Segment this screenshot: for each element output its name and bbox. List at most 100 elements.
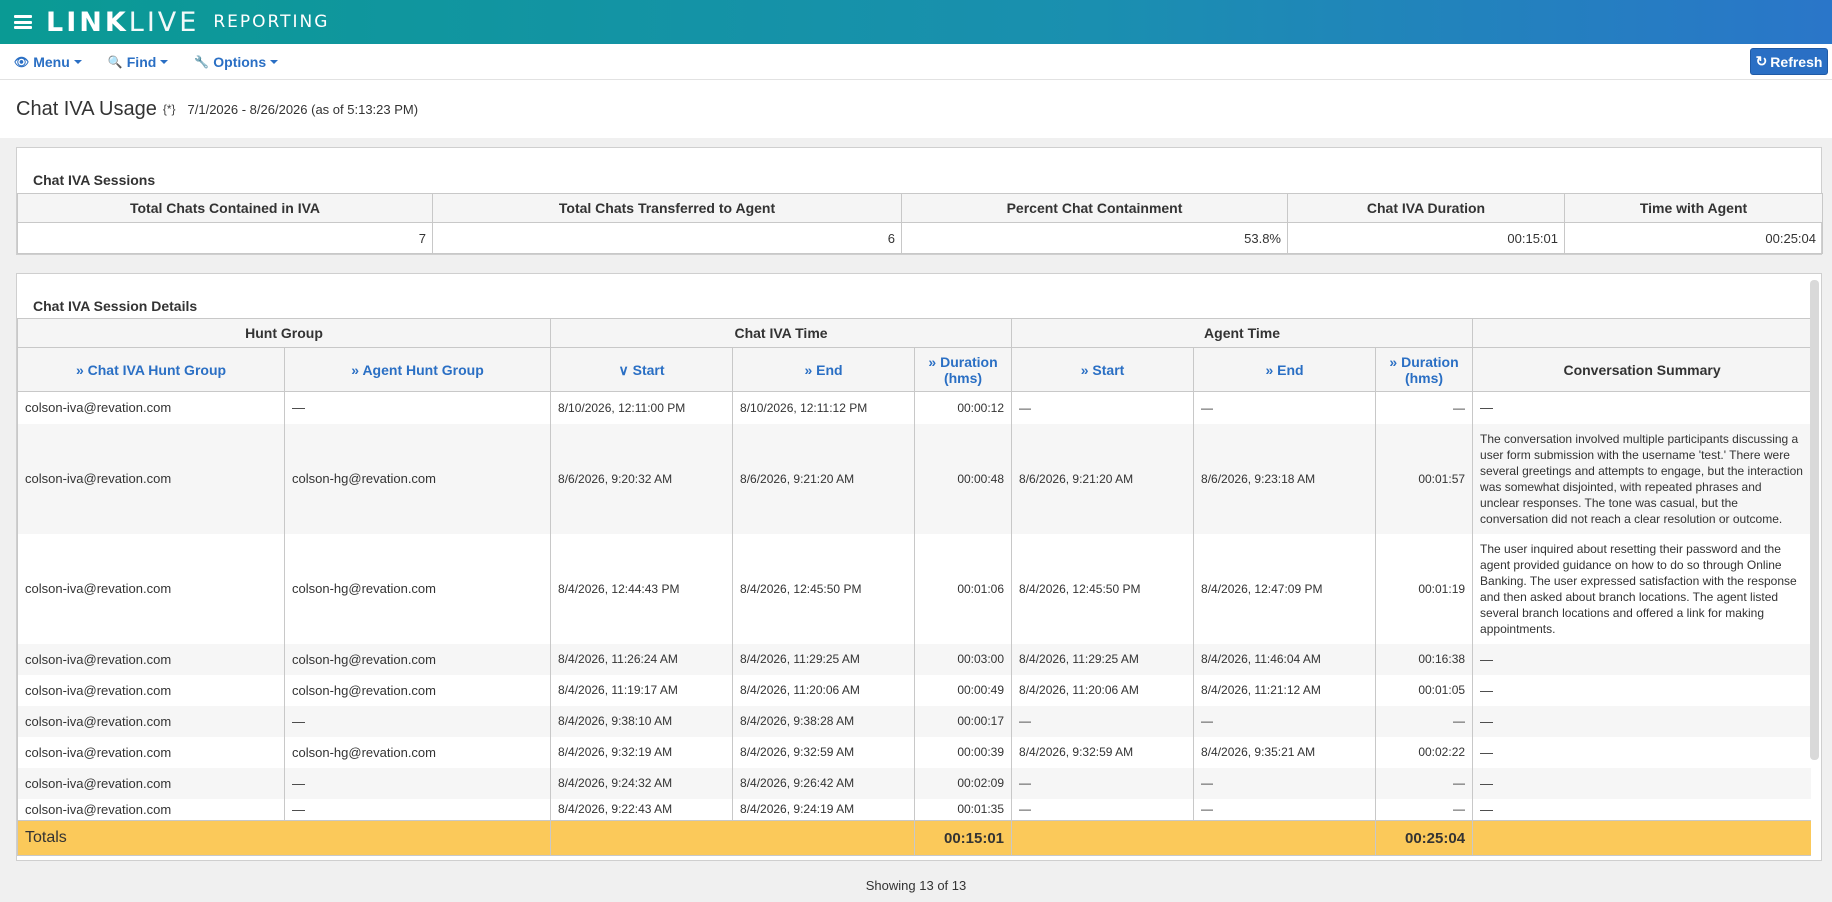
cell-ag-end: —	[1193, 767, 1377, 799]
caret-down-icon	[73, 59, 82, 64]
col-agent-end[interactable]: » End	[1193, 347, 1377, 392]
cell-iva-start: 8/4/2026, 12:44:43 PM	[550, 533, 734, 644]
cell-agent-hg: colson-hg@revation.com	[283, 643, 552, 675]
menu-dropdown[interactable]: 👁 Menu	[14, 54, 82, 70]
value-total-transferred: 6	[432, 222, 902, 254]
details-scroll-area[interactable]: Hunt Group Chat IVA Time Agent Time » Ch…	[17, 318, 1811, 860]
details-table: Hunt Group Chat IVA Time Agent Time » Ch…	[17, 318, 1811, 856]
cell-agent-hg: —	[283, 767, 552, 799]
cell-iva-end: 8/10/2026, 12:11:12 PM	[732, 391, 916, 424]
cell-ag-end: —	[1193, 798, 1377, 821]
cell-iva-dur: 00:01:06	[914, 533, 1013, 644]
sort-arrow-icon: »	[1265, 361, 1274, 378]
date-range: 7/1/2026 - 8/26/2026 (as of 5:13:23 PM)	[187, 101, 419, 117]
cell-iva-end: 8/4/2026, 9:32:59 AM	[732, 736, 916, 768]
cell-summary: —	[1472, 391, 1811, 424]
filter-flag[interactable]: {*}	[163, 102, 176, 116]
cell-iva-hg: colson-iva@revation.com	[17, 736, 285, 768]
sort-arrow-icon: »	[1389, 353, 1398, 370]
cell-ag-start: 8/4/2026, 11:29:25 AM	[1011, 643, 1195, 675]
cell-iva-start: 8/10/2026, 12:11:00 PM	[550, 391, 734, 424]
cell-iva-end: 8/4/2026, 12:45:50 PM	[732, 533, 916, 644]
sessions-panel: Chat IVA Sessions Total Chats Contained …	[16, 147, 1823, 255]
cell-agent-hg: colson-hg@revation.com	[283, 736, 552, 768]
cell-iva-start: 8/4/2026, 9:32:19 AM	[550, 736, 734, 768]
table-row[interactable]: colson-iva@revation.com colson-hg@revatio…	[17, 643, 1811, 675]
cell-summary: The conversation involved multiple parti…	[1472, 423, 1811, 534]
table-row[interactable]: colson-iva@revation.com colson-hg@revatio…	[17, 533, 1811, 644]
cell-agent-hg: —	[283, 705, 552, 737]
brand-subtitle: REPORTING	[213, 12, 330, 32]
hamburger-menu-icon[interactable]	[14, 15, 32, 29]
cell-summary: —	[1472, 767, 1811, 799]
cell-iva-dur: 00:00:48	[914, 423, 1013, 534]
find-dropdown[interactable]: 🔍 Find	[108, 54, 169, 70]
cell-ag-dur: —	[1375, 391, 1474, 424]
cell-ag-dur: —	[1375, 798, 1474, 821]
caret-down-icon	[270, 59, 279, 64]
refresh-button[interactable]: ↻ Refresh	[1750, 48, 1828, 75]
table-row[interactable]: colson-iva@revation.com colson-hg@revatio…	[17, 423, 1811, 534]
cell-iva-start: 8/6/2026, 9:20:32 AM	[550, 423, 734, 534]
value-percent-containment: 53.8%	[901, 222, 1288, 254]
value-total-contained: 7	[17, 222, 433, 254]
header-total-transferred: Total Chats Transferred to Agent	[432, 193, 902, 223]
group-blank	[1472, 318, 1811, 348]
table-row[interactable]: colson-iva@revation.com colson-hg@revatio…	[17, 674, 1811, 706]
cell-iva-dur: 00:00:12	[914, 391, 1013, 424]
cell-iva-end: 8/4/2026, 9:38:28 AM	[732, 705, 916, 737]
cell-summary: —	[1472, 736, 1811, 768]
title-row: Chat IVA Usage {*} 7/1/2026 - 8/26/2026 …	[0, 80, 1832, 138]
cell-iva-hg: colson-iva@revation.com	[17, 705, 285, 737]
cell-ag-dur: —	[1375, 705, 1474, 737]
cell-ag-dur: 00:02:22	[1375, 736, 1474, 768]
cell-ag-end: 8/4/2026, 9:35:21 AM	[1193, 736, 1377, 768]
col-iva-end[interactable]: » End	[732, 347, 916, 392]
cell-agent-hg: colson-hg@revation.com	[283, 674, 552, 706]
table-row[interactable]: colson-iva@revation.com —8/4/2026, 9:38:1…	[17, 705, 1811, 737]
group-agent-time: Agent Time	[1011, 318, 1474, 348]
col-iva-start[interactable]: ∨ Start	[550, 347, 734, 392]
col-agent-hunt-group[interactable]: » Agent Hunt Group	[283, 347, 552, 392]
caret-down-icon	[160, 59, 169, 64]
cell-iva-hg: colson-iva@revation.com	[17, 423, 285, 534]
col-conversation-summary: Conversation Summary	[1472, 347, 1811, 392]
sessions-title: Chat IVA Sessions	[33, 172, 156, 188]
sessions-table: Total Chats Contained in IVA Total Chats…	[17, 193, 1823, 254]
cell-iva-start: 8/4/2026, 11:19:17 AM	[550, 674, 734, 706]
details-title: Chat IVA Session Details	[33, 298, 198, 314]
options-dropdown[interactable]: 🔧 Options	[194, 54, 279, 70]
table-row[interactable]: colson-iva@revation.com —8/4/2026, 9:24:3…	[17, 767, 1811, 799]
table-row[interactable]: colson-iva@revation.com — 8/10/2026, 12:11…	[17, 391, 1811, 424]
table-row[interactable]: colson-iva@revation.com —8/4/2026, 9:22:4…	[17, 798, 1811, 821]
cell-ag-start: —	[1011, 798, 1195, 821]
col-iva-hunt-group[interactable]: » Chat IVA Hunt Group	[17, 347, 285, 392]
table-row[interactable]: colson-iva@revation.com colson-hg@revatio…	[17, 736, 1811, 768]
cell-summary: —	[1472, 705, 1811, 737]
brand-logo: LINKLIVE	[46, 6, 200, 38]
cell-iva-end: 8/4/2026, 9:26:42 AM	[732, 767, 916, 799]
cell-summary: —	[1472, 643, 1811, 675]
cell-ag-dur: 00:01:19	[1375, 533, 1474, 644]
cell-ag-end: —	[1193, 391, 1377, 424]
header-total-contained: Total Chats Contained in IVA	[17, 193, 433, 223]
vertical-scrollbar[interactable]	[1810, 280, 1819, 760]
cell-ag-end: —	[1193, 705, 1377, 737]
header-percent-containment: Percent Chat Containment	[901, 193, 1288, 223]
sort-arrow-icon: »	[351, 361, 360, 378]
cell-iva-hg: colson-iva@revation.com	[17, 391, 285, 424]
col-agent-duration[interactable]: » Duration (hms)	[1375, 347, 1474, 392]
totals-agent-duration: 00:25:04	[1375, 820, 1474, 856]
value-time-with-agent: 00:25:04	[1564, 222, 1823, 254]
cell-ag-start: —	[1011, 391, 1195, 424]
details-panel: Chat IVA Session Details Hunt Group Chat…	[16, 273, 1822, 861]
totals-row: Totals 00:15:01 00:25:04	[17, 820, 1811, 856]
sort-arrow-icon: »	[75, 361, 84, 378]
cell-ag-end: 8/6/2026, 9:23:18 AM	[1193, 423, 1377, 534]
col-agent-start[interactable]: » Start	[1011, 347, 1195, 392]
cell-ag-dur: 00:01:05	[1375, 674, 1474, 706]
cell-ag-start: —	[1011, 705, 1195, 737]
cell-iva-end: 8/6/2026, 9:21:20 AM	[732, 423, 916, 534]
col-iva-duration[interactable]: » Duration (hms)	[914, 347, 1013, 392]
cell-agent-hg: colson-hg@revation.com	[283, 423, 552, 534]
